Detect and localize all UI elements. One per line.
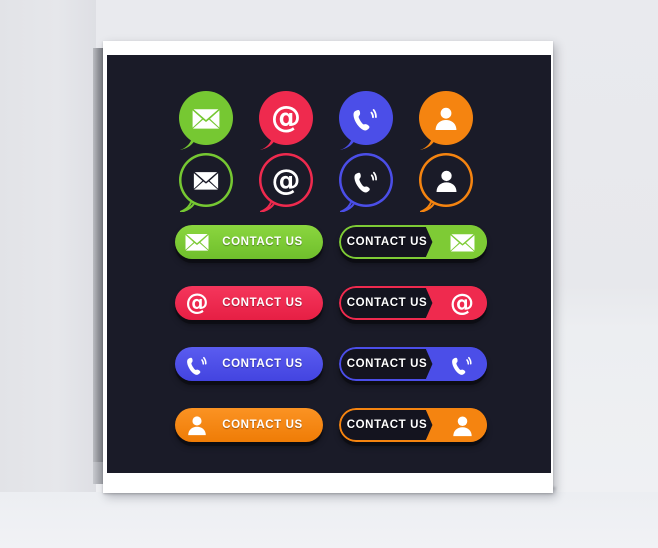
contact-us-label: CONTACT US xyxy=(222,419,303,431)
contact-us-label: CONTACT US xyxy=(346,236,428,248)
contact-us-button-green-solid[interactable]: CONTACT US xyxy=(175,225,323,259)
at-sign-icon: @ xyxy=(271,162,301,197)
bubble-cell-filled-email[interactable]: @ xyxy=(259,91,319,153)
envelope-icon xyxy=(179,153,233,207)
bubble-cell-filled-user[interactable] xyxy=(419,91,479,153)
user-icon xyxy=(446,412,478,438)
contact-us-button-blue-split[interactable]: CONTACT US xyxy=(339,347,487,381)
button-row-green: CONTACT US CONTACT US xyxy=(107,225,551,269)
at-sign-icon: @ xyxy=(450,289,474,317)
contact-us-button-red-split[interactable]: CONTACT US @ xyxy=(339,286,487,320)
contact-us-label: CONTACT US xyxy=(222,358,303,370)
bubble-outline-user[interactable] xyxy=(419,153,473,212)
contact-us-button-green-split[interactable]: CONTACT US xyxy=(339,225,487,259)
contact-button-grid: CONTACT US CONTACT US @ CONTACT US CONTA… xyxy=(107,225,551,473)
wall-left-panel xyxy=(0,0,96,500)
envelope-icon xyxy=(446,229,478,255)
bubble-cell-filled-mail[interactable] xyxy=(179,91,239,153)
contact-us-button-blue-solid[interactable]: CONTACT US xyxy=(175,347,323,381)
contact-us-button-red-solid[interactable]: @ CONTACT US xyxy=(175,286,323,320)
envelope-icon xyxy=(179,91,233,145)
bubble-outline-mail[interactable] xyxy=(179,153,233,212)
contact-us-button-orange-solid[interactable]: CONTACT US xyxy=(175,408,323,442)
button-row-blue: CONTACT US CONTACT US xyxy=(107,347,551,391)
contact-us-label: CONTACT US xyxy=(346,358,428,370)
bubble-cell-outline-user[interactable] xyxy=(419,153,479,215)
bubble-filled-email[interactable]: @ xyxy=(259,91,313,150)
bubble-filled-user[interactable] xyxy=(419,91,473,150)
button-row-orange: CONTACT US CONTACT US xyxy=(107,408,551,452)
bubble-cell-outline-email[interactable]: @ xyxy=(259,153,319,215)
floor-surface xyxy=(0,492,658,548)
contact-us-label: CONTACT US xyxy=(222,236,303,248)
at-sign-icon: @ xyxy=(271,100,301,135)
phone-ringing-icon xyxy=(184,351,210,377)
bubble-cell-outline-phone[interactable] xyxy=(339,153,399,215)
bubble-cell-filled-phone[interactable] xyxy=(339,91,399,153)
bubble-outline-email[interactable]: @ xyxy=(259,153,313,212)
bubble-icon-grid: @ @ xyxy=(107,55,551,215)
bubble-filled-phone[interactable] xyxy=(339,91,393,150)
bubble-filled-mail[interactable] xyxy=(179,91,233,150)
phone-ringing-icon xyxy=(339,153,393,207)
user-icon xyxy=(184,412,210,438)
phone-ringing-icon xyxy=(339,91,393,145)
contact-us-label: CONTACT US xyxy=(222,297,303,309)
contact-us-label: CONTACT US xyxy=(346,297,428,309)
button-row-red: @ CONTACT US CONTACT US @ xyxy=(107,286,551,330)
at-sign-icon: @ xyxy=(185,289,209,316)
scene: @ @ CONTACT US CONTACT US @ CONTACT US C… xyxy=(0,0,658,548)
phone-ringing-icon xyxy=(446,351,478,377)
envelope-icon xyxy=(184,229,210,255)
bubble-outline-phone[interactable] xyxy=(339,153,393,212)
user-icon xyxy=(419,91,473,145)
bubble-cell-outline-mail[interactable] xyxy=(179,153,239,215)
contact-us-button-orange-split[interactable]: CONTACT US xyxy=(339,408,487,442)
contact-us-label: CONTACT US xyxy=(346,419,428,431)
user-icon xyxy=(419,153,473,207)
artboard-canvas: @ @ CONTACT US CONTACT US @ CONTACT US C… xyxy=(107,55,551,473)
